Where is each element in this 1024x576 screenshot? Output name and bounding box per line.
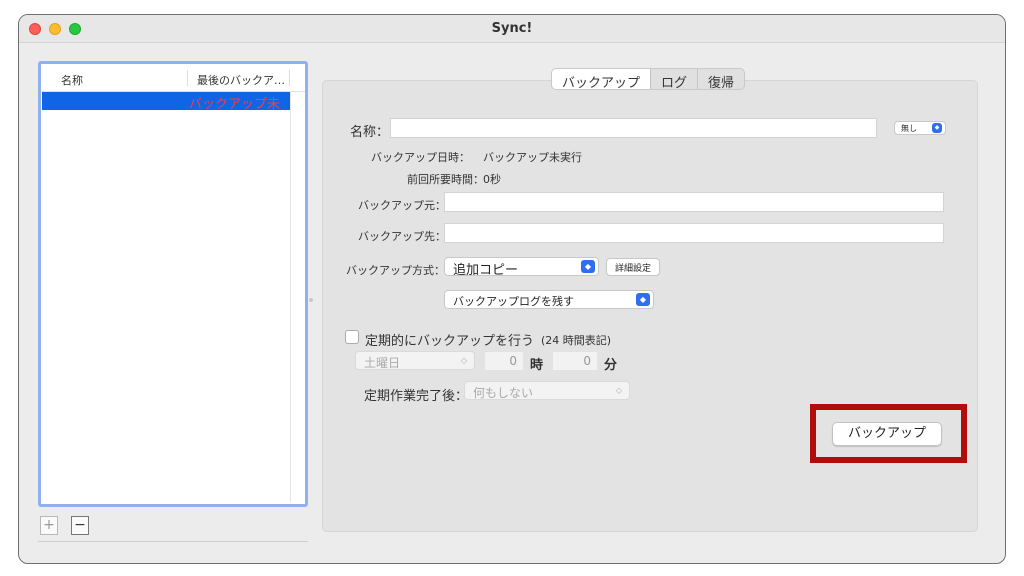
weekday-value: 土曜日: [364, 356, 401, 370]
chevron-updown-icon: ◇: [615, 386, 623, 395]
schedule-checkbox[interactable]: [345, 330, 359, 344]
tab-bar: バックアップ ログ 復帰: [551, 68, 746, 90]
list-header: 名称 最後のバックア…: [41, 64, 305, 92]
add-button[interactable]: +: [40, 516, 58, 535]
column-divider: [187, 70, 188, 86]
window-title: Sync!: [491, 21, 533, 36]
split-view-handle[interactable]: [309, 298, 313, 302]
name-option-select[interactable]: 無し ◆: [894, 121, 946, 135]
name-field[interactable]: [390, 118, 877, 138]
log-option-value: バックアップログを残す: [453, 295, 574, 308]
method-label: バックアップ方式：: [346, 264, 445, 277]
title-bar: Sync!: [19, 15, 1005, 43]
chevron-updown-icon: ◆: [581, 260, 595, 273]
hour-unit: 時: [530, 358, 544, 373]
method-value: 追加コピー: [453, 263, 519, 278]
after-completion-value: 何もしない: [473, 386, 534, 400]
column-header-name[interactable]: 名称: [61, 72, 83, 88]
after-completion-select[interactable]: 何もしない ◇: [464, 381, 630, 400]
minute-unit: 分: [604, 358, 618, 373]
column-divider: [289, 70, 290, 86]
schedule-note: (24 時間表記): [541, 334, 612, 347]
chevron-updown-icon: ◆: [636, 293, 650, 306]
destination-field[interactable]: [444, 223, 944, 243]
detail-settings-button[interactable]: 詳細設定: [606, 258, 661, 276]
remove-button[interactable]: −: [71, 516, 89, 535]
tab-backup[interactable]: バックアップ: [552, 69, 651, 89]
name-option-value: 無し: [901, 124, 917, 133]
hour-field[interactable]: 0: [484, 351, 524, 371]
chevron-updown-icon: ◆: [932, 123, 942, 133]
column-line: [290, 92, 291, 502]
minute-field[interactable]: 0: [552, 351, 598, 371]
list-item[interactable]: バックアップ未: [42, 92, 290, 112]
backup-button[interactable]: バックアップ: [832, 422, 942, 446]
backup-datetime-value: バックアップ未実行: [483, 151, 582, 164]
list-item-status: バックアップ未: [189, 97, 281, 112]
prev-duration-label: 前回所要時間：: [407, 173, 484, 186]
divider: [38, 541, 308, 542]
destination-label: バックアップ先：: [358, 230, 446, 243]
schedule-label[interactable]: 定期的にバックアップを行う: [365, 330, 534, 349]
tab-log[interactable]: ログ: [650, 69, 697, 89]
column-header-last-backup[interactable]: 最後のバックア…: [197, 72, 285, 88]
backup-list[interactable]: 名称 最後のバックア… バックアップ未: [38, 61, 308, 507]
after-completion-label: 定期作業完了後：: [364, 389, 469, 404]
method-select[interactable]: 追加コピー ◆: [444, 257, 599, 278]
weekday-select[interactable]: 土曜日 ◇: [355, 351, 475, 370]
source-field[interactable]: [444, 192, 944, 212]
chevron-updown-icon: ◇: [460, 356, 468, 365]
name-label: 名称：: [350, 125, 390, 140]
source-label: バックアップ元：: [358, 199, 446, 212]
backup-datetime-label: バックアップ日時：: [371, 151, 470, 164]
prev-duration-value: 0秒: [483, 173, 501, 186]
tab-restore[interactable]: 復帰: [697, 69, 744, 89]
log-option-select[interactable]: バックアップログを残す ◆: [444, 290, 654, 309]
